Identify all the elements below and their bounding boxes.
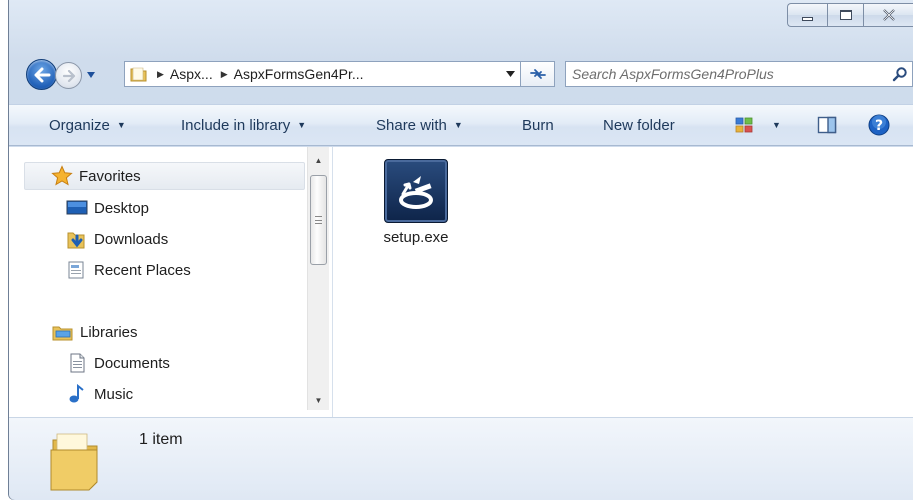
search-input[interactable] bbox=[572, 63, 888, 85]
include-in-library-menu[interactable]: Include in library ▼ bbox=[181, 105, 306, 145]
music-note-icon bbox=[66, 383, 88, 405]
item-count: 1 item bbox=[139, 431, 183, 448]
burn-button[interactable]: Burn bbox=[522, 105, 554, 145]
nav-item-label: Libraries bbox=[80, 323, 138, 341]
file-list: setup.exe bbox=[334, 147, 913, 417]
command-bar: Organize ▼ Include in library ▼ Share wi… bbox=[9, 104, 913, 146]
file-item-setup-exe[interactable]: setup.exe bbox=[374, 159, 458, 259]
new-folder-label: New folder bbox=[603, 116, 675, 134]
forward-arrow-icon bbox=[62, 69, 75, 82]
breadcrumb-label: AspxFormsGen4Pr... bbox=[233, 66, 364, 82]
chevron-down-icon: ▼ bbox=[453, 120, 463, 130]
grip-icon bbox=[315, 216, 322, 224]
downloads-icon bbox=[66, 228, 88, 250]
installer-icon bbox=[384, 159, 448, 223]
help-button[interactable]: ? bbox=[868, 105, 890, 145]
svg-text:?: ? bbox=[875, 118, 883, 134]
breadcrumb-item[interactable]: ▶ Aspx... bbox=[149, 66, 213, 82]
maximize-button[interactable] bbox=[827, 3, 863, 27]
folder-icon bbox=[50, 433, 98, 491]
chevron-down-icon: ▼ bbox=[297, 120, 307, 130]
breadcrumb-separator-icon[interactable]: ▶ bbox=[157, 69, 164, 80]
documents-icon bbox=[66, 352, 88, 374]
nav-item-music[interactable]: Music bbox=[66, 380, 133, 408]
folder-icon bbox=[130, 67, 147, 82]
recent-places-icon bbox=[66, 259, 88, 281]
breadcrumb-separator-icon[interactable]: ▶ bbox=[221, 69, 228, 80]
scroll-down-arrow-icon[interactable]: ▼ bbox=[308, 389, 329, 411]
explorer-window: ▶ Aspx... ▶ AspxFormsGen4Pr... Search As… bbox=[8, 0, 913, 500]
address-row: ▶ Aspx... ▶ AspxFormsGen4Pr... bbox=[9, 56, 913, 92]
nav-item-favorites[interactable]: Favorites bbox=[24, 162, 305, 190]
file-name: setup.exe bbox=[383, 229, 449, 246]
libraries-icon bbox=[52, 321, 74, 343]
nav-item-libraries[interactable]: Libraries bbox=[52, 318, 138, 346]
nav-item-documents[interactable]: Documents bbox=[66, 349, 170, 377]
burn-label: Burn bbox=[522, 116, 554, 134]
maximize-icon bbox=[839, 10, 852, 20]
caption-buttons bbox=[787, 0, 913, 33]
chevron-down-icon bbox=[87, 72, 95, 78]
new-folder-button[interactable]: New folder bbox=[603, 105, 675, 145]
view-options-dropdown[interactable]: ▼ bbox=[772, 105, 781, 145]
star-icon bbox=[51, 165, 73, 187]
breadcrumb-label: Aspx... bbox=[169, 66, 213, 82]
chevron-down-icon: ▼ bbox=[116, 120, 126, 130]
nav-scrollbar[interactable]: ▲ ▼ bbox=[307, 147, 329, 410]
desktop-icon bbox=[66, 197, 88, 219]
preview-pane-icon bbox=[817, 116, 837, 134]
search-box bbox=[565, 61, 913, 87]
breadcrumb-item[interactable]: ▶ AspxFormsGen4Pr... bbox=[213, 66, 364, 82]
change-view-button[interactable] bbox=[735, 105, 753, 145]
view-tiles-icon bbox=[735, 117, 753, 133]
forward-button[interactable] bbox=[55, 62, 82, 89]
search-icon[interactable] bbox=[888, 62, 912, 86]
organize-label: Organize bbox=[49, 116, 110, 134]
share-with-label: Share with bbox=[376, 116, 447, 134]
nav-item-label: Desktop bbox=[94, 199, 150, 217]
nav-item-recent-places[interactable]: Recent Places bbox=[66, 256, 191, 284]
address-bar[interactable]: ▶ Aspx... ▶ AspxFormsGen4Pr... bbox=[124, 61, 521, 87]
help-icon: ? bbox=[868, 114, 890, 136]
close-button[interactable] bbox=[863, 3, 913, 27]
navigation-pane: Favorites Desktop Downloads Recent Place… bbox=[9, 147, 333, 417]
refresh-button[interactable] bbox=[521, 61, 555, 87]
back-button[interactable] bbox=[26, 59, 57, 90]
chevron-down-icon: ▼ bbox=[772, 120, 781, 130]
nav-item-desktop[interactable]: Desktop bbox=[66, 194, 149, 222]
address-history-dropdown[interactable] bbox=[500, 71, 520, 77]
organize-menu[interactable]: Organize ▼ bbox=[49, 105, 126, 145]
back-arrow-icon bbox=[34, 67, 50, 82]
nav-item-label: Downloads bbox=[94, 230, 169, 248]
minimize-icon bbox=[802, 17, 813, 21]
nav-item-label: Favorites bbox=[79, 167, 141, 185]
recent-pages-button[interactable] bbox=[84, 64, 98, 86]
nav-item-label: Music bbox=[94, 385, 134, 403]
scroll-up-arrow-icon[interactable]: ▲ bbox=[308, 149, 329, 171]
minimize-button[interactable] bbox=[787, 3, 827, 27]
nav-item-label: Recent Places bbox=[94, 261, 191, 279]
details-pane: 1 item bbox=[9, 417, 913, 500]
include-in-library-label: Include in library bbox=[181, 116, 291, 134]
share-with-menu[interactable]: Share with ▼ bbox=[376, 105, 463, 145]
preview-pane-button[interactable] bbox=[817, 105, 837, 145]
scroll-thumb[interactable] bbox=[310, 175, 327, 265]
nav-item-label: Documents bbox=[94, 354, 170, 372]
chevron-down-icon bbox=[505, 71, 515, 77]
refresh-icon bbox=[529, 69, 546, 79]
nav-item-downloads[interactable]: Downloads bbox=[66, 225, 168, 253]
content-area: Favorites Desktop Downloads Recent Place… bbox=[9, 147, 913, 417]
close-icon bbox=[882, 9, 895, 21]
